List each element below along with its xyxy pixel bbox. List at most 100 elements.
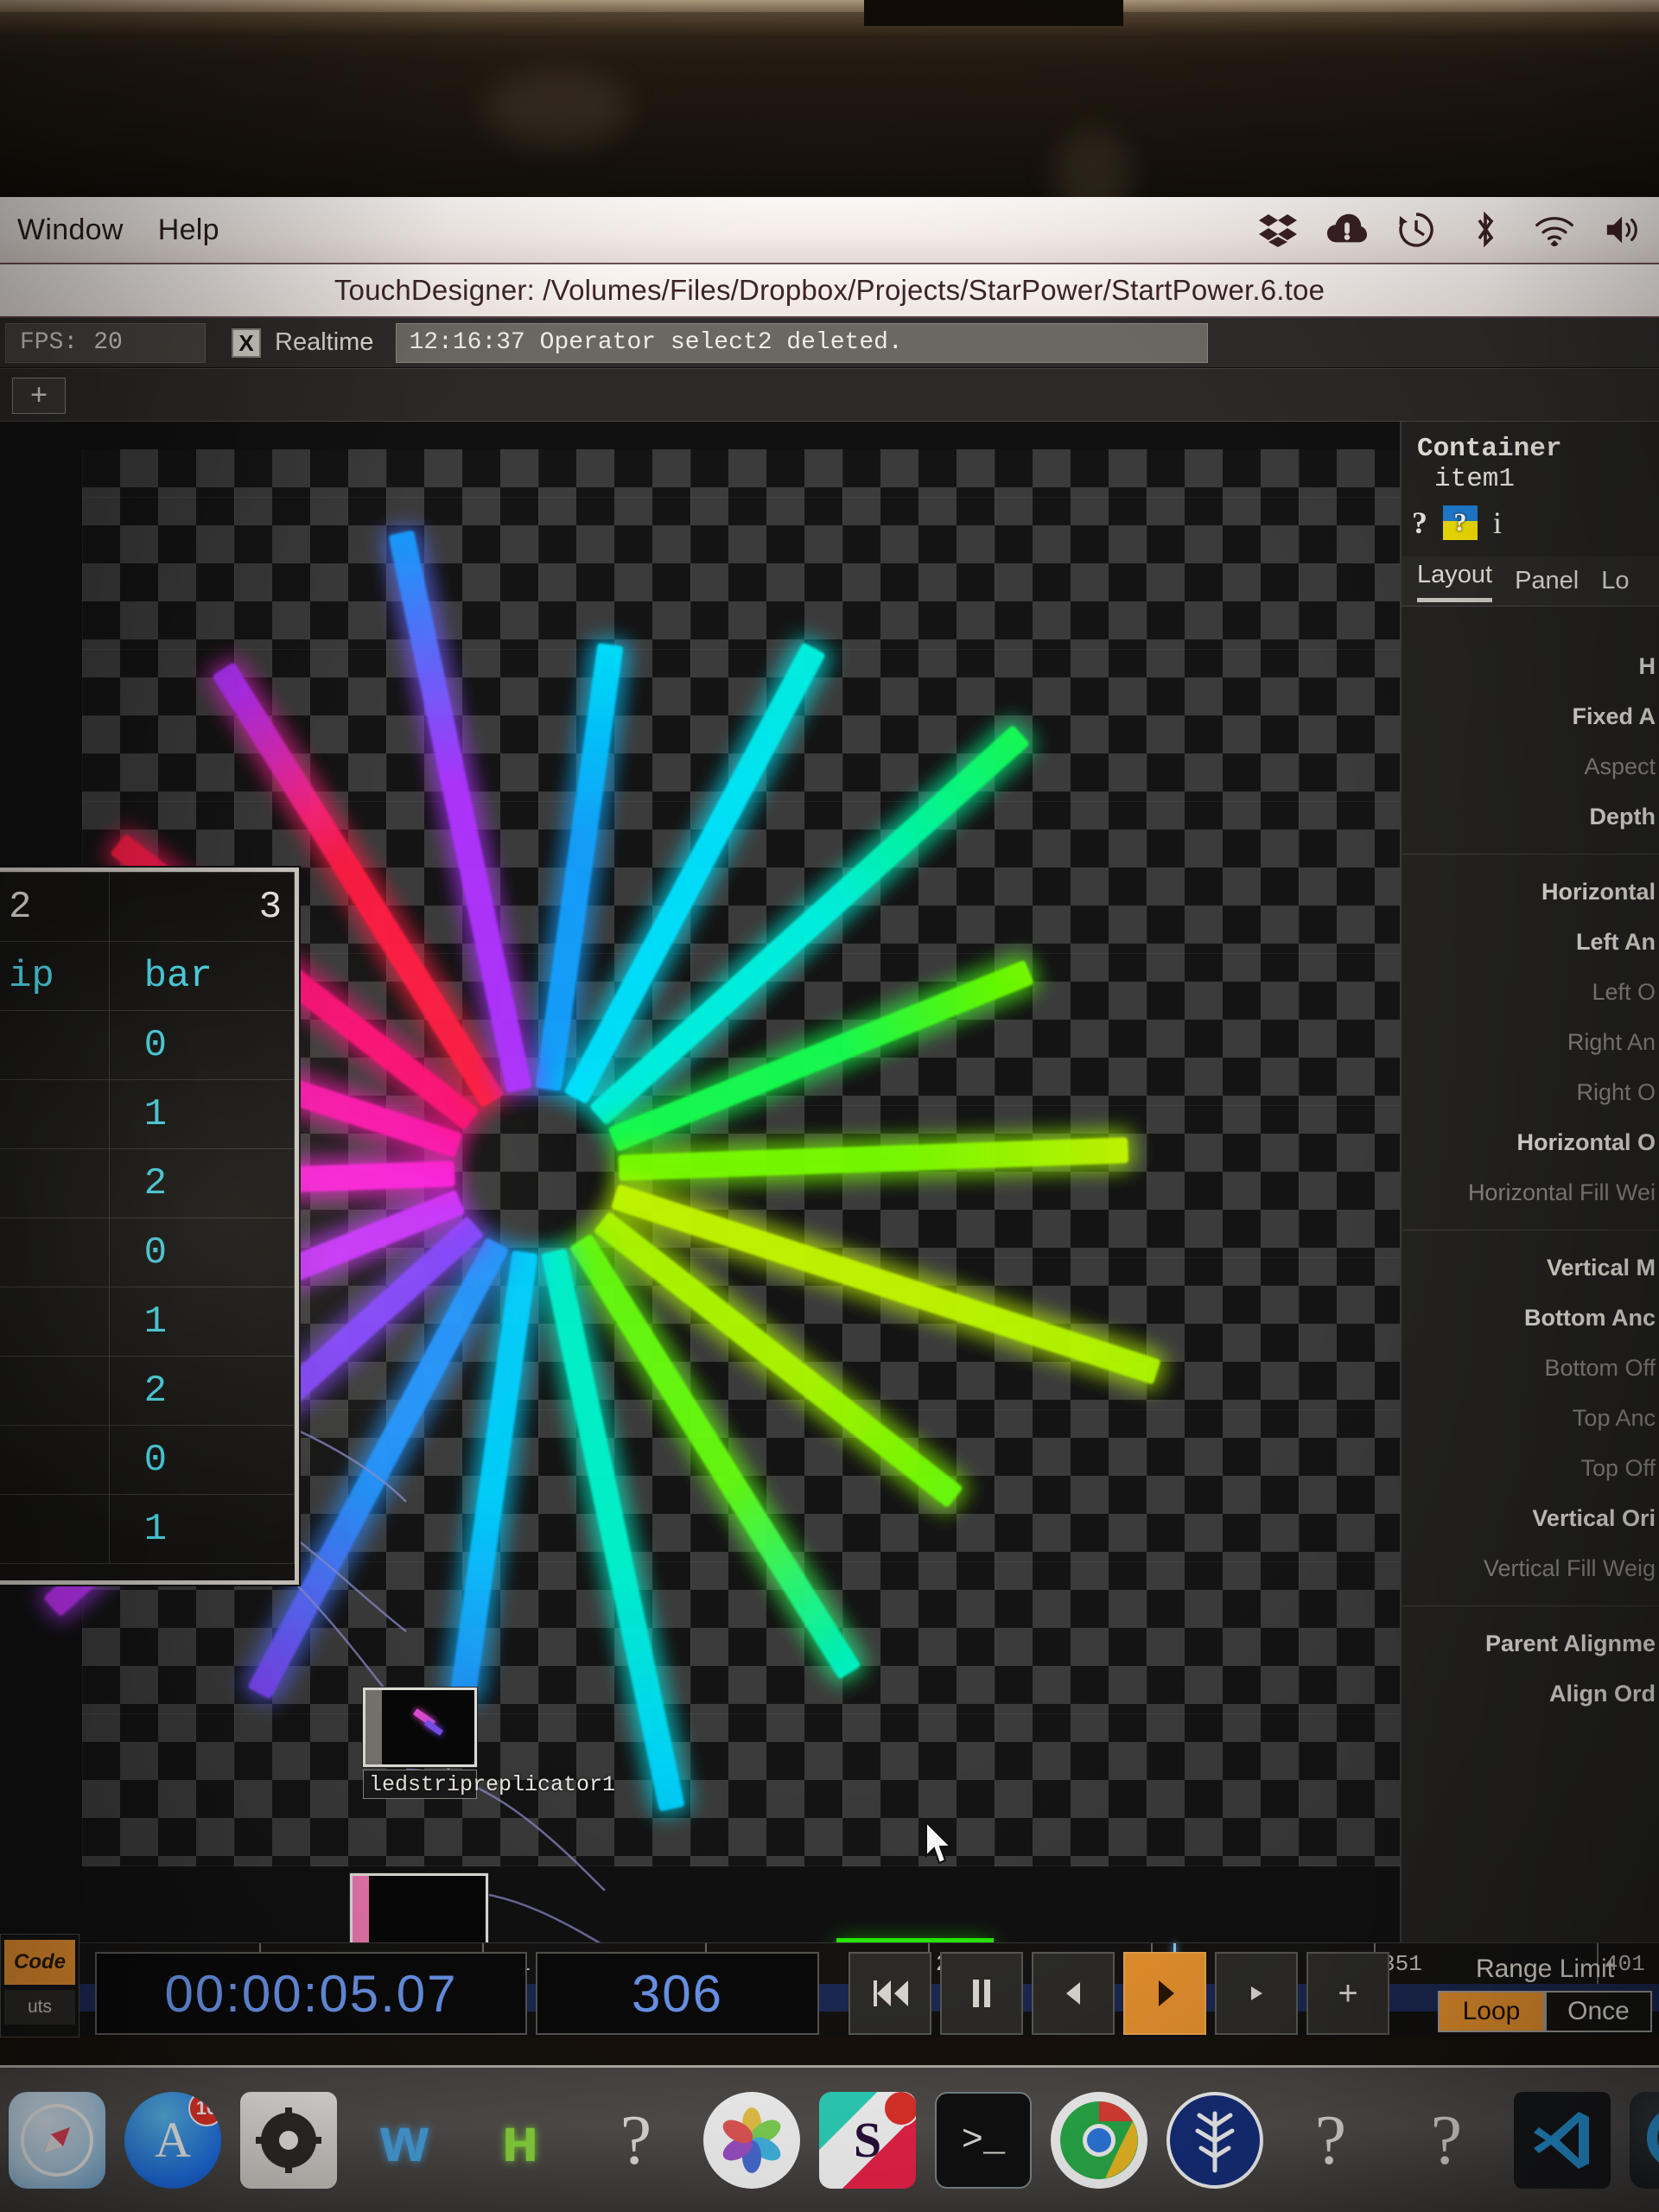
menu-item-help[interactable]: Help [141, 213, 237, 247]
parameter-row[interactable]: Bottom Anc [1402, 1293, 1659, 1343]
parameter-row[interactable]: Vertical Fill Weig [1402, 1543, 1659, 1593]
range-limit-group[interactable]: Range Limit Loop Once [1438, 1955, 1652, 2032]
node-thumbnail [369, 1876, 486, 1942]
realtime-checkbox[interactable]: X [232, 327, 261, 358]
question-glyph: ? [620, 2100, 652, 2179]
range-mode-once[interactable]: Once [1545, 1991, 1652, 2032]
increment-button[interactable]: + [1306, 1952, 1389, 2035]
parameter-row[interactable]: Right An [1402, 1017, 1659, 1067]
menu-bar-status-icons [1258, 210, 1659, 250]
table-row-header-index: 2 3 [0, 872, 296, 942]
table-row[interactable]: 1 [0, 1079, 296, 1149]
pause-button[interactable] [940, 1952, 1023, 2035]
macos-menu-bar[interactable]: Window Help [0, 197, 1659, 264]
dropbox-icon[interactable] [1258, 210, 1298, 250]
macos-dock[interactable]: A 10 w н ? S >_ ? ? [0, 2065, 1659, 2212]
bluetooth-icon[interactable] [1465, 210, 1505, 250]
parameter-tabs[interactable]: Layout Panel Lo [1402, 556, 1659, 607]
app-store-icon[interactable]: A 10 [124, 2091, 221, 2189]
parameter-row[interactable]: Vertical Ori [1402, 1493, 1659, 1543]
terminal-icon[interactable]: >_ [935, 2091, 1032, 2189]
status-message-box[interactable]: 12:16:37 Operator select2 deleted. [396, 322, 1209, 363]
parameter-row[interactable]: H [1402, 641, 1659, 691]
quark-q-icon[interactable] [1630, 2091, 1659, 2189]
safari-icon[interactable] [9, 2091, 105, 2189]
settings-gear-icon[interactable] [240, 2091, 337, 2189]
dat-table-viewer[interactable]: 2 3 ip bar 0 1 2 0 1 2 0 1 [0, 868, 299, 1585]
info-icon[interactable]: i [1493, 505, 1502, 541]
table-row[interactable]: 0 [0, 1425, 296, 1495]
chrome-icon[interactable] [1051, 2091, 1147, 2189]
increment-glyph: + [1338, 1974, 1358, 2012]
fps-value: 20 [93, 329, 123, 356]
filemaker-icon[interactable] [1166, 2091, 1263, 2189]
node-ledstripreplicator[interactable]: ledstripreplicator [350, 1873, 488, 1942]
cell [0, 1079, 110, 1149]
range-mode-loop[interactable]: Loop [1438, 1991, 1545, 2032]
parameter-row[interactable]: Horizontal O [1402, 1117, 1659, 1167]
node-name-bar[interactable]: ledstripreplicator1 [363, 1770, 615, 1799]
help-icon[interactable]: ? [1412, 505, 1427, 541]
parameter-row[interactable]: Right O [1402, 1067, 1659, 1117]
parameter-row[interactable]: Top Anc [1402, 1393, 1659, 1443]
parameter-row[interactable]: Fixed A [1402, 691, 1659, 741]
node-viewer[interactable] [363, 1688, 477, 1767]
wifi-icon[interactable] [1535, 210, 1574, 250]
unknown-app2-icon[interactable]: ? [1282, 2092, 1379, 2189]
vscode-icon[interactable] [1514, 2091, 1611, 2189]
cloud-alert-icon[interactable] [1327, 210, 1367, 250]
rewind-button[interactable] [849, 1952, 931, 2035]
menu-item-window[interactable]: Window [0, 213, 141, 247]
step-back-button[interactable] [1032, 1952, 1115, 2035]
timecode-field[interactable]: 00:00:05.07 [95, 1952, 527, 2035]
node-flags[interactable] [365, 1690, 382, 1764]
table-row[interactable]: 1 [0, 1494, 296, 1564]
table-row[interactable]: 2 [0, 1356, 296, 1426]
word-icon[interactable]: w [356, 2092, 453, 2189]
parameter-row[interactable]: Depth [1402, 791, 1659, 842]
node-viewer[interactable] [350, 1873, 488, 1942]
sketch-s-icon[interactable]: S [819, 2091, 916, 2189]
parameter-help-icons: ? ? i [1412, 505, 1659, 541]
transport-bar[interactable]: 00:00:05.07 306 + Range Limit Loop Once [0, 1942, 1659, 2044]
pane-tab-strip[interactable]: + [0, 368, 1659, 422]
photos-icon[interactable] [703, 2091, 800, 2189]
parameter-row[interactable]: Horizontal Fill Wei [1402, 1167, 1659, 1217]
parameter-row[interactable]: Vertical M [1402, 1243, 1659, 1293]
parameter-row[interactable]: Bottom Off [1402, 1343, 1659, 1393]
play-button[interactable] [1123, 1952, 1206, 2035]
cell: 2 [108, 1148, 296, 1218]
excel-h-icon[interactable]: н [472, 2092, 569, 2189]
parameter-row[interactable]: Left An [1402, 917, 1659, 967]
tab-look[interactable]: Lo [1601, 567, 1629, 595]
tab-panel[interactable]: Panel [1515, 567, 1579, 595]
table-row[interactable]: 0 [0, 1217, 296, 1287]
node-flags[interactable] [353, 1876, 370, 1942]
parameter-label: Vertical M [1546, 1254, 1656, 1281]
time-machine-icon[interactable] [1396, 210, 1436, 250]
unknown-app-icon[interactable]: ? [588, 2092, 684, 2189]
realtime-toggle[interactable]: X Realtime [232, 327, 373, 358]
tab-layout[interactable]: Layout [1417, 561, 1493, 602]
table-row[interactable]: 2 [0, 1148, 296, 1218]
parameter-row[interactable]: Parent Alignme [1402, 1618, 1659, 1669]
parameter-row[interactable]: Top Off [1402, 1443, 1659, 1493]
table-row[interactable]: 0 [0, 1010, 296, 1080]
node-ledstripreplicator1[interactable]: ledstripreplicator1 [363, 1688, 615, 1799]
frame-field[interactable]: 306 [536, 1952, 819, 2035]
parameter-label: Bottom Anc [1524, 1304, 1656, 1331]
unknown-app3-icon[interactable]: ? [1398, 2092, 1495, 2189]
add-tab-button[interactable]: + [12, 378, 66, 414]
parameter-panel[interactable]: Container item1 ? ? i Layout Panel Lo HF… [1400, 422, 1659, 1942]
step-forward-button[interactable] [1215, 1952, 1298, 2035]
table-row[interactable]: 1 [0, 1287, 296, 1357]
fps-display[interactable]: FPS: 20 [5, 322, 206, 363]
parameter-row[interactable]: Align Ord [1402, 1669, 1659, 1719]
parameter-row[interactable]: Horizontal [1402, 867, 1659, 917]
op-help-icon[interactable]: ? [1443, 505, 1478, 540]
volume-icon[interactable] [1604, 210, 1643, 250]
sketch-badge [883, 2091, 916, 2126]
parameter-row[interactable]: Left O [1402, 967, 1659, 1017]
parameter-row[interactable]: Aspect [1402, 741, 1659, 791]
range-mode-buttons[interactable]: Loop Once [1438, 1991, 1652, 2032]
